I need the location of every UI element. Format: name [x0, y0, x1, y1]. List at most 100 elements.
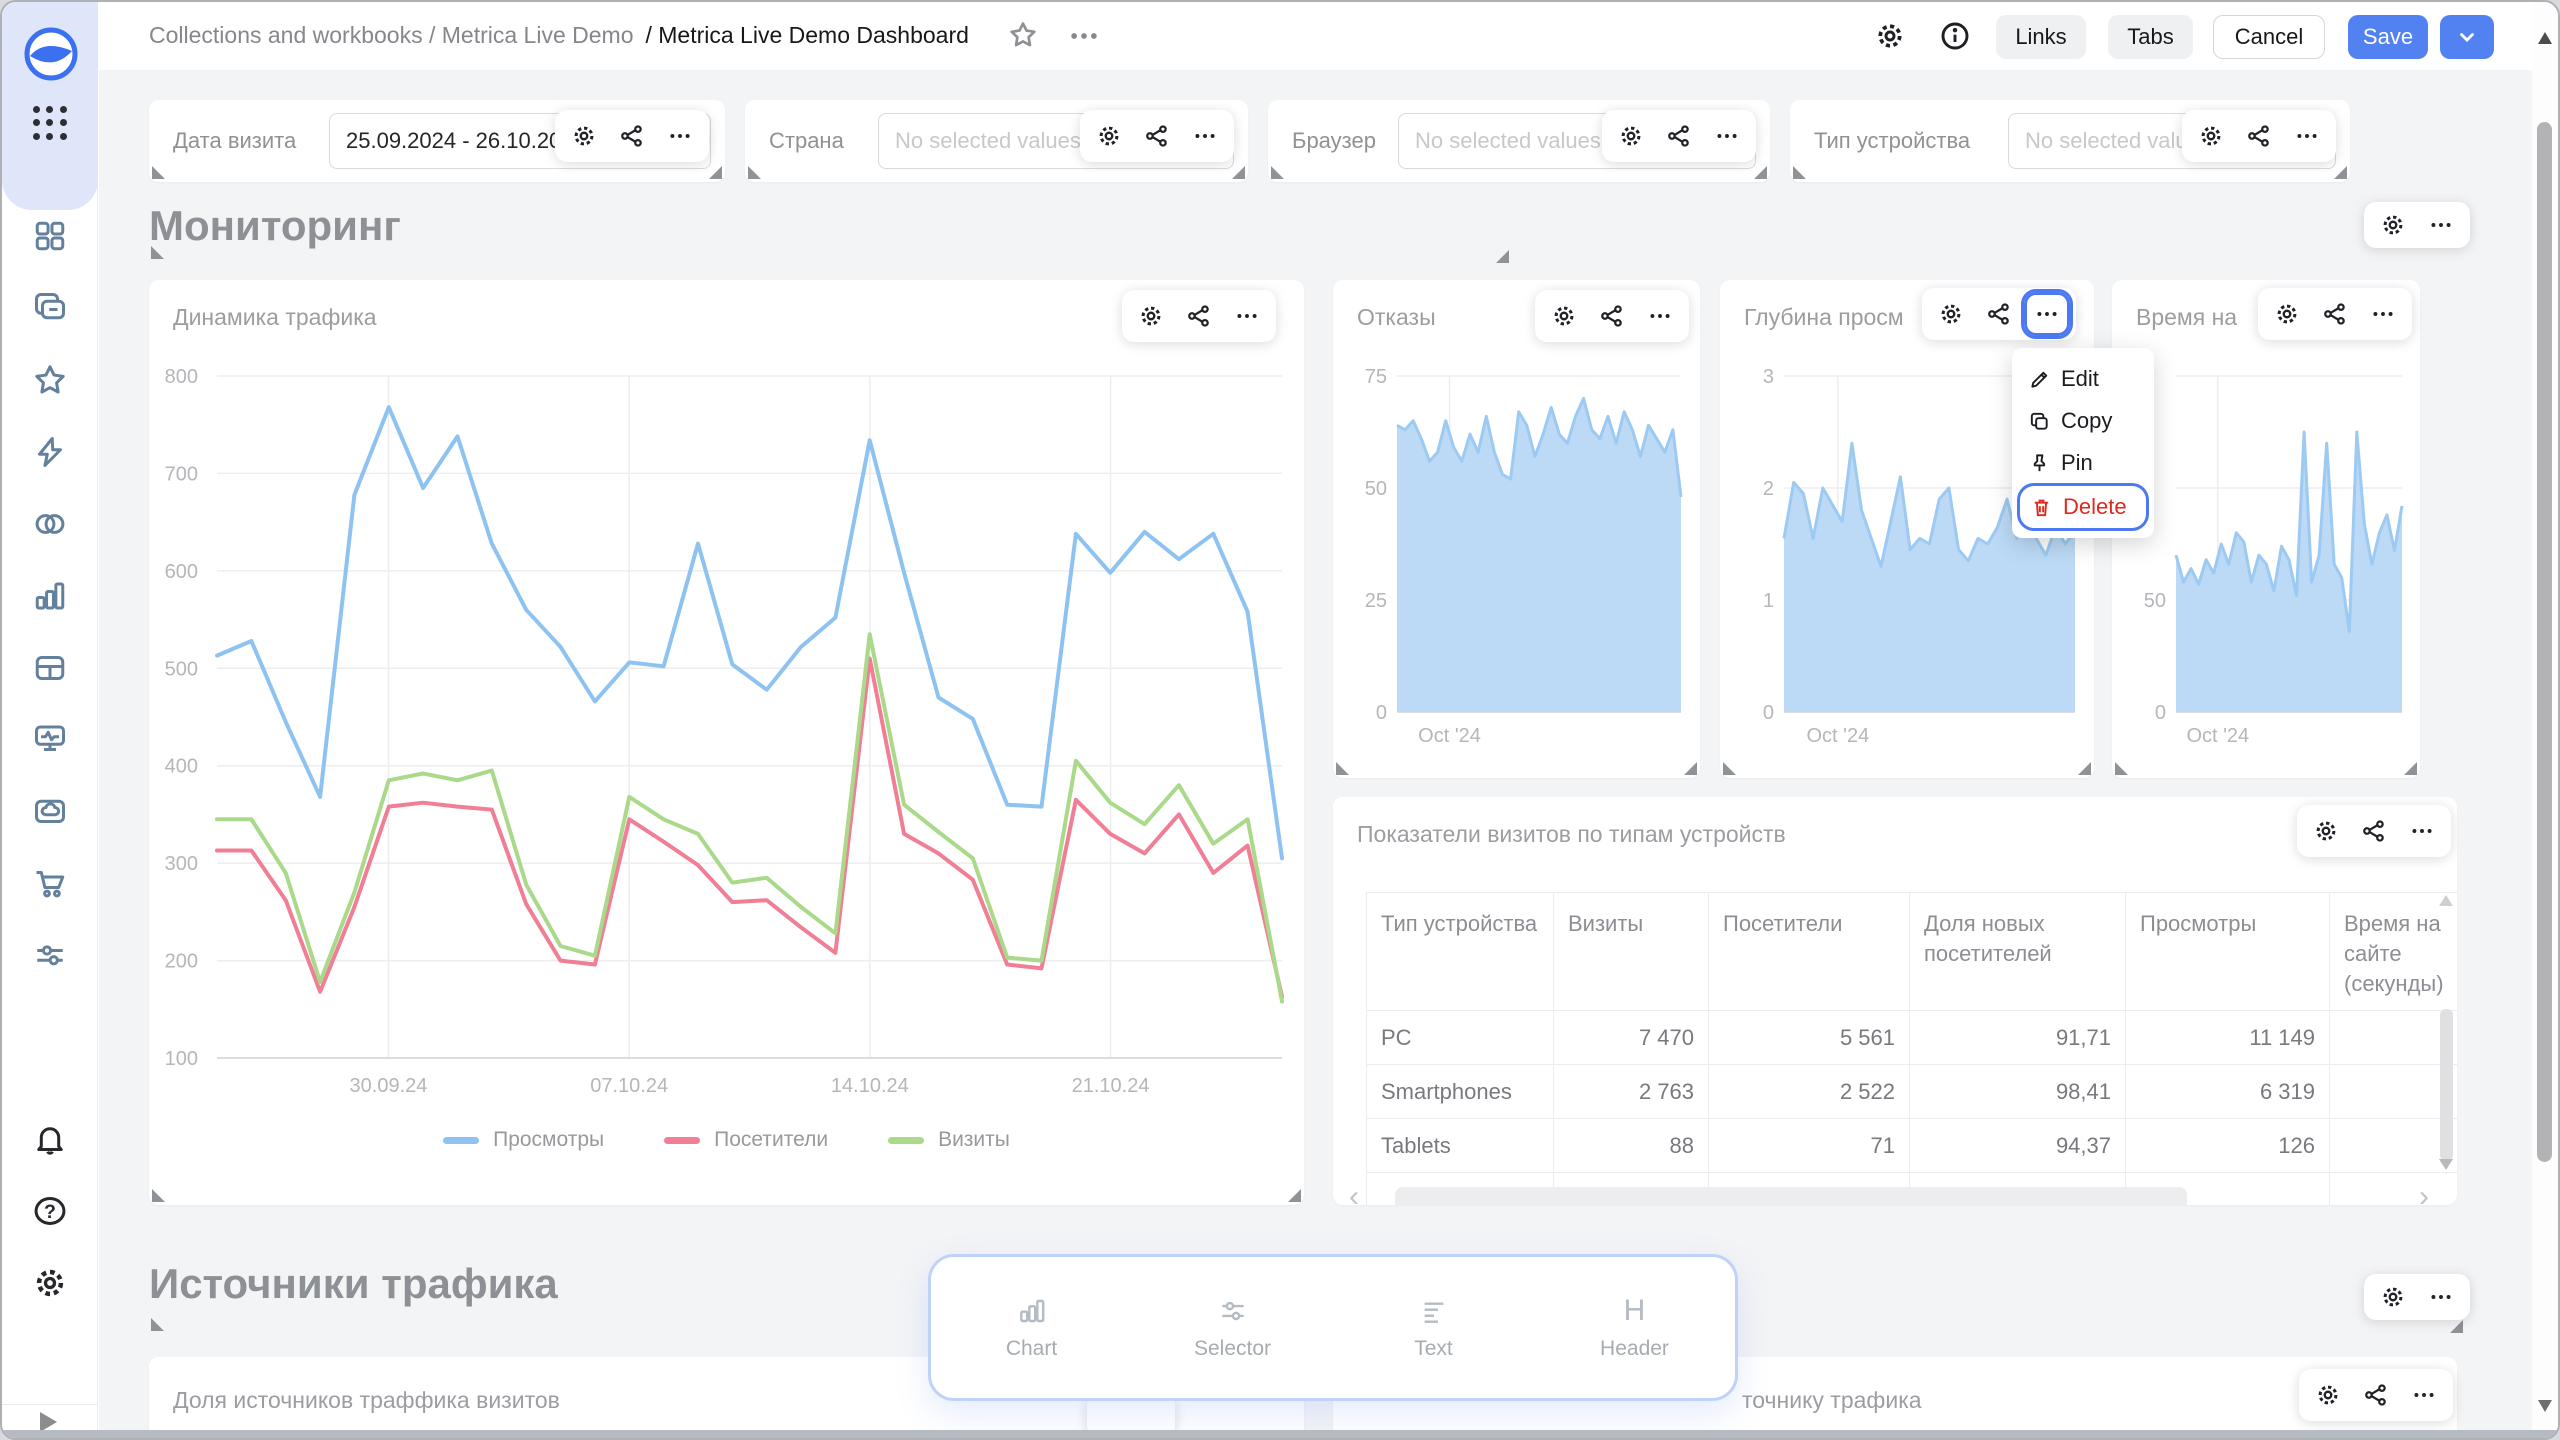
sidebar-item-marketplace[interactable] — [32, 865, 68, 901]
add-header-button[interactable]: H Header — [1565, 1295, 1705, 1361]
gear-icon[interactable] — [2370, 1275, 2416, 1319]
more-ellipsis-icon[interactable] — [2418, 203, 2464, 247]
links-button[interactable]: Links — [1996, 15, 2086, 59]
share-icon[interactable] — [2353, 1373, 2399, 1417]
save-button[interactable]: Save — [2348, 15, 2428, 59]
more-ellipsis-icon[interactable] — [657, 114, 703, 158]
column-header[interactable]: Просмотры — [2126, 893, 2330, 1011]
table-scroll-left-icon[interactable]: ‹ — [1349, 1185, 1359, 1205]
table-scroll-up-icon[interactable] — [2439, 895, 2453, 906]
scrollbar-thumb[interactable] — [2537, 122, 2552, 1162]
resize-handle[interactable] — [1496, 250, 1509, 263]
cancel-button[interactable]: Cancel — [2213, 15, 2325, 59]
gear-icon[interactable] — [2305, 1373, 2351, 1417]
resize-handle[interactable] — [152, 166, 165, 179]
resize-handle[interactable] — [2334, 166, 2347, 179]
gear-icon[interactable] — [1928, 292, 1974, 336]
more-ellipsis-icon[interactable] — [1182, 114, 1228, 158]
share-icon[interactable] — [609, 114, 655, 158]
share-icon[interactable] — [1976, 292, 2022, 336]
add-selector-button[interactable]: Selector — [1163, 1295, 1303, 1361]
legend-item-visits[interactable]: Визиты — [888, 1128, 1010, 1152]
apps-grid-icon[interactable] — [32, 105, 68, 141]
legend-item-visitors[interactable]: Посетители — [664, 1128, 828, 1152]
more-ellipsis-icon[interactable] — [2401, 1373, 2447, 1417]
sidebar-item-connections[interactable] — [32, 506, 68, 542]
more-ellipsis-icon[interactable] — [2284, 114, 2330, 158]
table-vertical-scrollbar[interactable] — [2440, 1009, 2453, 1161]
add-chart-button[interactable]: Chart — [962, 1295, 1102, 1361]
time-on-site-panel[interactable]: Время на Oct '24050 — [2112, 280, 2420, 778]
column-header[interactable]: Визиты — [1554, 893, 1709, 1011]
breadcrumb-more-icon[interactable] — [1067, 19, 1101, 53]
gear-icon[interactable] — [2264, 292, 2310, 336]
device-table-panel[interactable]: Показатели визитов по типам устройств Ти… — [1333, 797, 2457, 1205]
filter-country-widget[interactable]: Страна No selected values — [745, 100, 1248, 182]
menu-item-pin[interactable]: Pin — [2018, 442, 2148, 484]
sidebar-item-quick-actions[interactable] — [32, 434, 68, 470]
gear-icon[interactable] — [1086, 114, 1132, 158]
column-header[interactable]: Время на сайте (секунды) — [2330, 893, 2457, 1011]
gear-icon[interactable] — [561, 114, 607, 158]
more-ellipsis-icon[interactable] — [1224, 294, 1270, 338]
share-icon[interactable] — [2236, 114, 2282, 158]
filter-browser-widget[interactable]: Браузер No selected values — [1268, 100, 1770, 182]
bounces-panel[interactable]: Отказы Oct '240255075 — [1333, 280, 1700, 778]
share-icon[interactable] — [2312, 292, 2358, 336]
resize-handle[interactable] — [1288, 1189, 1301, 1202]
resize-handle[interactable] — [1754, 166, 1767, 179]
gear-icon[interactable] — [2188, 114, 2234, 158]
share-icon[interactable] — [1589, 294, 1635, 338]
resize-handle[interactable] — [1723, 762, 1736, 775]
breadcrumb-parents[interactable]: Collections and workbooks / Metrica Live… — [149, 22, 633, 48]
share-icon[interactable] — [2351, 809, 2397, 853]
more-ellipsis-icon[interactable] — [2024, 292, 2070, 336]
scroll-down-icon[interactable] — [2538, 1400, 2552, 1412]
table-scroll-down-icon[interactable] — [2439, 1159, 2453, 1170]
scroll-up-icon[interactable] — [2538, 32, 2552, 44]
column-header[interactable]: Посетители — [1709, 893, 1910, 1011]
gear-icon[interactable] — [1541, 294, 1587, 338]
table-scroll-right-icon[interactable]: › — [2419, 1185, 2429, 1205]
sidebar-item-charts[interactable] — [32, 578, 68, 614]
breadcrumb[interactable]: Collections and workbooks / Metrica Live… — [149, 22, 969, 49]
traffic-dynamics-panel[interactable]: Динамика трафика 30.09.2407.10.2414.10.2… — [149, 280, 1304, 1205]
more-ellipsis-icon[interactable] — [2399, 809, 2445, 853]
column-header[interactable]: Доля новых посетителей — [1910, 893, 2126, 1011]
resize-handle[interactable] — [2450, 1320, 2463, 1333]
page-scrollbar[interactable] — [2532, 2, 2558, 1434]
info-icon[interactable] — [1939, 20, 1971, 52]
sidebar-item-cloud-storage[interactable] — [32, 793, 68, 829]
share-icon[interactable] — [1176, 294, 1222, 338]
legend-item-views[interactable]: Просмотры — [443, 1128, 604, 1152]
sidebar-item-collections[interactable] — [32, 290, 68, 326]
more-ellipsis-icon[interactable] — [2418, 1275, 2464, 1319]
gear-icon[interactable] — [1608, 114, 1654, 158]
resize-handle[interactable] — [2078, 762, 2091, 775]
share-icon[interactable] — [1656, 114, 1702, 158]
sidebar-item-favorites[interactable] — [32, 362, 68, 398]
tabs-button[interactable]: Tabs — [2108, 15, 2193, 59]
resize-handle[interactable] — [2115, 762, 2128, 775]
sidebar-item-tables[interactable] — [32, 650, 68, 686]
gear-icon[interactable] — [2370, 203, 2416, 247]
resize-handle[interactable] — [1232, 166, 1245, 179]
help-icon[interactable]: ? — [32, 1193, 68, 1229]
more-ellipsis-icon[interactable] — [1637, 294, 1683, 338]
resize-handle[interactable] — [1336, 762, 1349, 775]
filter-date-widget[interactable]: Дата визита 25.09.2024 - 26.10.20 — [149, 100, 725, 182]
resize-handle[interactable] — [1793, 166, 1806, 179]
settings-gear-icon[interactable] — [32, 1265, 68, 1301]
resize-handle[interactable] — [709, 166, 722, 179]
gear-icon[interactable] — [2303, 809, 2349, 853]
sidebar-item-monitoring[interactable] — [32, 721, 68, 757]
menu-item-delete[interactable]: Delete — [2020, 486, 2146, 528]
datalens-logo-icon[interactable] — [24, 27, 78, 81]
table-horizontal-scrollbar[interactable] — [1395, 1187, 2187, 1205]
resize-handle[interactable] — [1271, 166, 1284, 179]
dashboard-settings-gear-icon[interactable] — [1874, 20, 1906, 52]
resize-handle[interactable] — [748, 166, 761, 179]
gear-icon[interactable] — [1128, 294, 1174, 338]
sidebar-item-dashboards[interactable] — [32, 218, 68, 254]
favorite-star-icon[interactable] — [1007, 19, 1039, 51]
